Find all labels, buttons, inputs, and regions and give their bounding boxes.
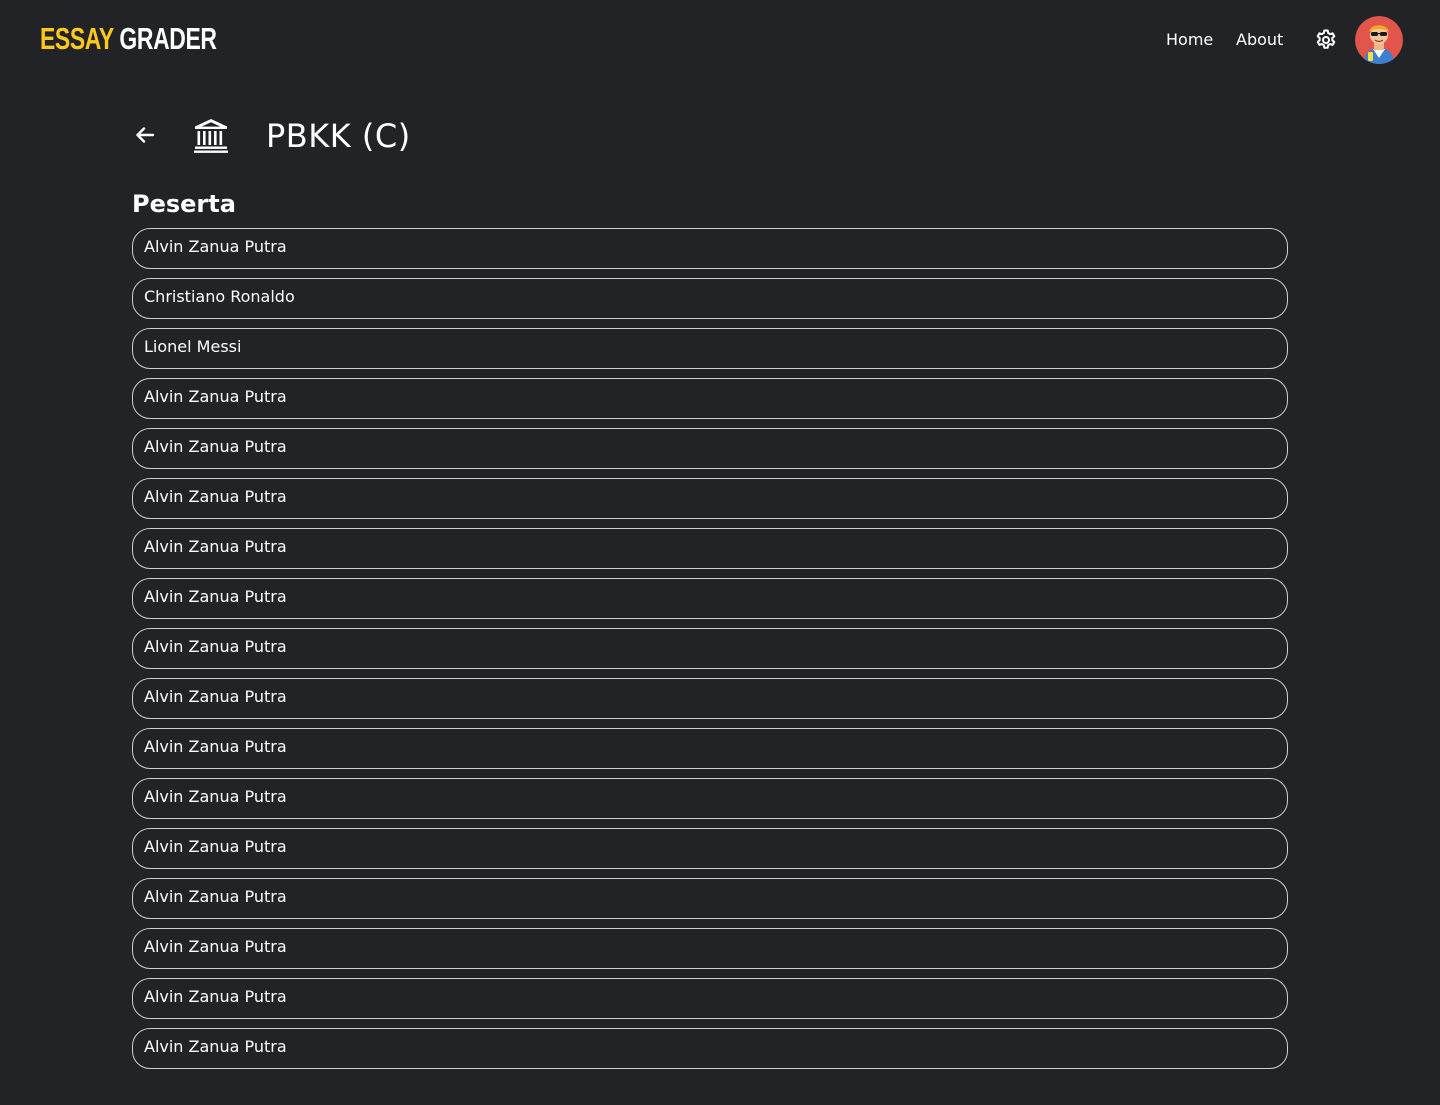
- page-title: PBKK (C): [266, 117, 411, 155]
- participant-list: Alvin Zanua Putra Christiano Ronaldo Lio…: [132, 228, 1288, 1078]
- participant-item[interactable]: Alvin Zanua Putra: [132, 978, 1288, 1019]
- participant-item[interactable]: Alvin Zanua Putra: [132, 478, 1288, 519]
- participant-item[interactable]: Alvin Zanua Putra: [132, 378, 1288, 419]
- nav-home-link[interactable]: Home: [1166, 28, 1213, 52]
- participant-item[interactable]: Alvin Zanua Putra: [132, 928, 1288, 969]
- logo-essay: ESSAY: [40, 21, 114, 56]
- gear-icon[interactable]: [1314, 28, 1338, 52]
- participant-item[interactable]: Alvin Zanua Putra: [132, 528, 1288, 569]
- participant-item[interactable]: Alvin Zanua Putra: [132, 878, 1288, 919]
- bank-icon: [192, 116, 230, 154]
- participants-heading: Peserta: [132, 190, 236, 218]
- participant-item[interactable]: Alvin Zanua Putra: [132, 578, 1288, 619]
- arrow-left-icon[interactable]: [132, 122, 158, 148]
- user-avatar[interactable]: [1355, 16, 1403, 64]
- participant-item[interactable]: Alvin Zanua Putra: [132, 1028, 1288, 1069]
- app-logo[interactable]: ESSAY GRADER: [40, 20, 217, 58]
- participant-item[interactable]: Christiano Ronaldo: [132, 278, 1288, 319]
- participant-item[interactable]: Alvin Zanua Putra: [132, 628, 1288, 669]
- participant-item[interactable]: Alvin Zanua Putra: [132, 428, 1288, 469]
- class-header: PBKK (C): [132, 112, 732, 160]
- participant-item[interactable]: Alvin Zanua Putra: [132, 228, 1288, 269]
- participant-item[interactable]: Alvin Zanua Putra: [132, 678, 1288, 719]
- participant-item[interactable]: Lionel Messi: [132, 328, 1288, 369]
- navbar: ESSAY GRADER Home About: [0, 0, 1440, 80]
- participant-item[interactable]: Alvin Zanua Putra: [132, 828, 1288, 869]
- participant-item[interactable]: Alvin Zanua Putra: [132, 728, 1288, 769]
- nav-about-link[interactable]: About: [1236, 28, 1283, 52]
- logo-grader: GRADER: [119, 21, 217, 56]
- participant-item[interactable]: Alvin Zanua Putra: [132, 778, 1288, 819]
